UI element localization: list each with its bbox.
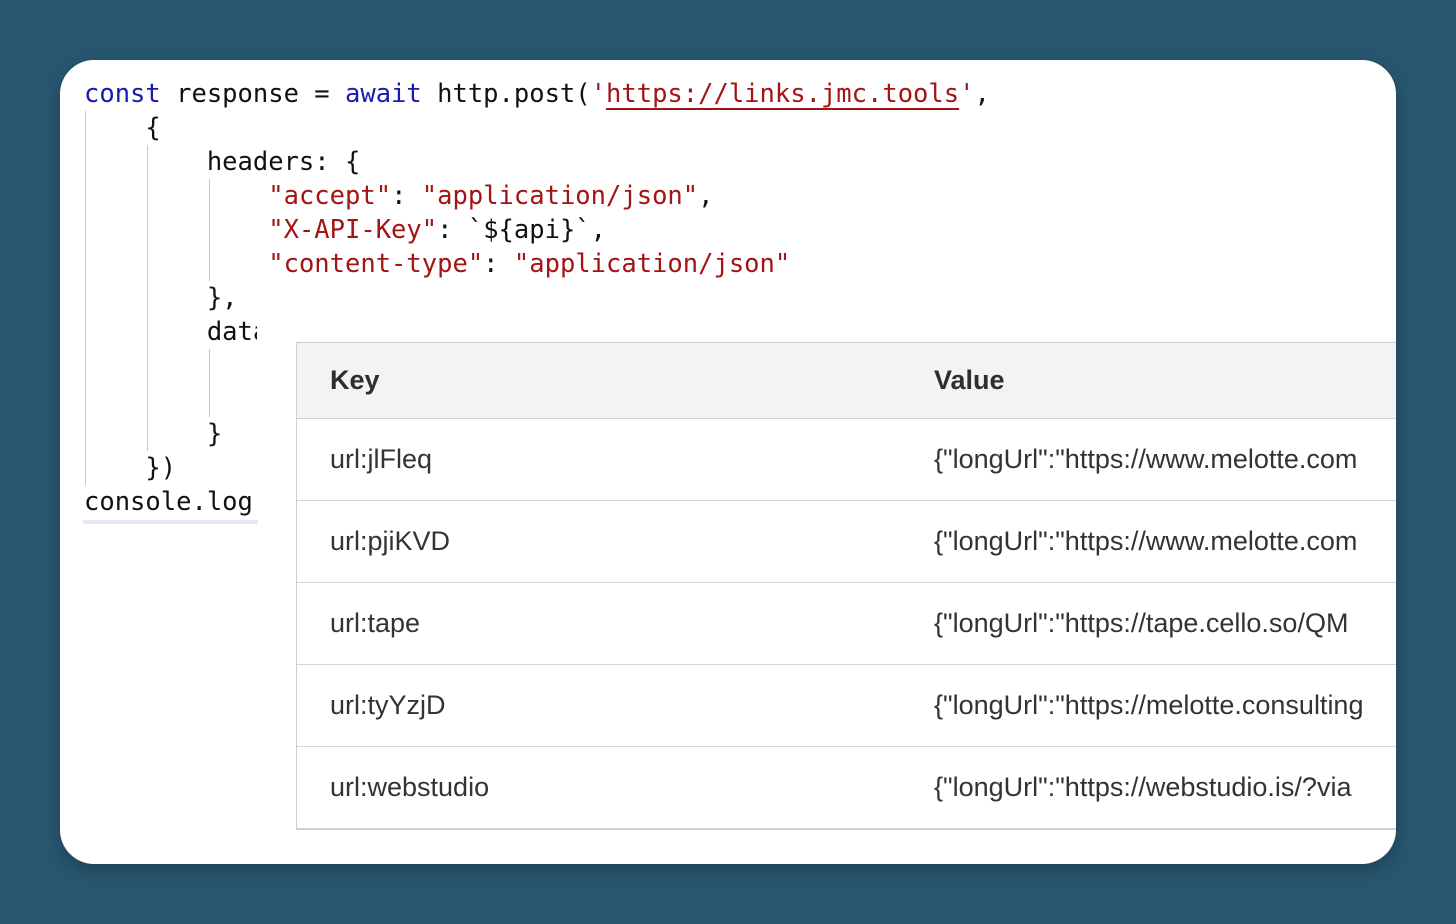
row-key: url:jlFleq [330,444,433,474]
key-value-table: Key Value url:jlFleq {"longUrl":"https:/… [296,342,1396,830]
code-line-2: { [84,113,161,143]
table-row[interactable]: url:tape {"longUrl":"https://tape.cello.… [297,583,1396,665]
code-text: : [483,249,514,279]
code-text: : [391,181,422,211]
code-card: const response = await http.post('https:… [60,60,1396,864]
indent-guide [147,145,148,451]
keyword-const: const [84,79,161,109]
code-text: http.post( [421,79,591,109]
header-key-content-type: "content-type" [268,249,484,279]
code-line-1: const response = await http.post('https:… [84,77,990,111]
string-quote: ' [959,79,975,109]
code-text: , [590,215,607,245]
row-key: url:tape [330,608,421,638]
row-key: url:webstudio [330,772,490,802]
table-row[interactable]: url:webstudio {"longUrl":"https://webstu… [297,747,1396,829]
data-key-partial: data [206,317,257,347]
header-value-accept: "application/json" [421,181,699,211]
row-value: {"longUrl":"https://tape.cello.so/QM [934,608,1349,638]
indent-guide [85,111,86,485]
header-key-accept: "accept" [268,181,392,211]
keyword-await: await [345,79,422,109]
indent-guide [209,349,210,417]
code-line-6: "content-type": "application/json" [84,247,990,281]
column-header-value[interactable]: Value [934,365,1396,396]
table-row[interactable]: url:pjiKVD {"longUrl":"https://www.melot… [297,501,1396,583]
header-value-api: `${api}` [467,215,591,245]
code-line-4: "accept": "application/json", [84,179,990,213]
table-header: Key Value [297,343,1396,419]
code-line-7: }, [84,283,238,313]
console-log-underline [83,520,258,524]
code-text: , [698,181,714,211]
row-key: url:pjiKVD [330,526,451,556]
code-text: , [974,79,990,109]
row-value: {"longUrl":"https://www.melotte.com [934,526,1358,556]
code-text: : [437,215,468,245]
code-line-5: "X-API-Key": `${api}`, [84,213,990,247]
row-value: {"longUrl":"https://www.melotte.com [934,444,1358,474]
header-key-api: "X-API-Key" [268,215,438,245]
table-row[interactable]: url:jlFleq {"longUrl":"https://www.melot… [297,419,1396,501]
row-value: {"longUrl":"https://melotte.consulting [934,690,1364,720]
table-row[interactable]: url:tyYzjD {"longUrl":"https://melotte.c… [297,665,1396,747]
code-text: response = [160,79,345,109]
code-line-3: headers: { [84,147,361,177]
header-value-content-type: "application/json" [513,249,791,279]
row-key: url:tyYzjD [330,690,446,720]
row-value: {"longUrl":"https://webstudio.is/?via [934,772,1352,802]
url-link[interactable]: https://links.jmc.tools [606,79,959,109]
column-header-key[interactable]: Key [297,365,934,396]
string-quote: ' [590,79,607,109]
indent-guide [209,179,210,281]
